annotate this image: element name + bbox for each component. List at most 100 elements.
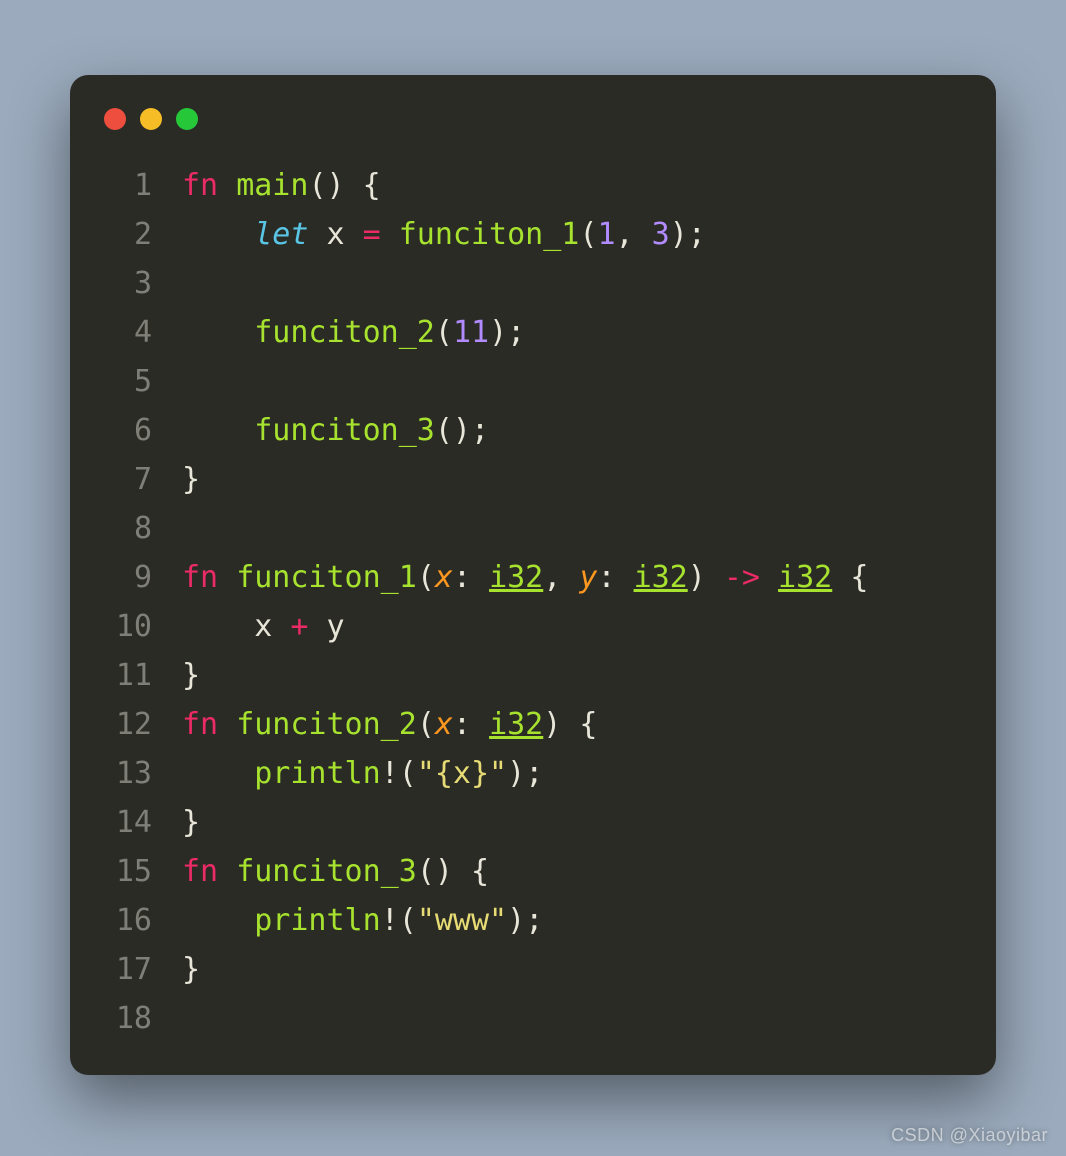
code-token (182, 903, 254, 938)
code-line[interactable]: 15fn funciton_3() { (98, 847, 996, 896)
code-token: "{x}" (417, 756, 507, 791)
code-line[interactable]: 10 x + y (98, 602, 996, 651)
code-token (218, 560, 236, 595)
code-line[interactable]: 3 (98, 259, 996, 308)
code-content[interactable]: let x = funciton_1(1, 3); (152, 210, 706, 259)
code-content[interactable]: } (152, 651, 200, 700)
code-token: 11 (453, 315, 489, 350)
code-token: () (417, 854, 453, 889)
code-token: -> (724, 560, 760, 595)
code-content[interactable] (152, 504, 182, 553)
code-token: funciton_1 (236, 560, 417, 595)
code-line[interactable]: 13 println!("{x}"); (98, 749, 996, 798)
code-token: i32 (778, 560, 832, 595)
code-token (182, 217, 254, 252)
code-line[interactable]: 8 (98, 504, 996, 553)
code-content[interactable]: fn funciton_2(x: i32) { (152, 700, 597, 749)
line-number: 15 (98, 847, 152, 896)
code-token: i32 (489, 707, 543, 742)
code-content[interactable]: println!("www"); (152, 896, 543, 945)
code-token: ) (688, 560, 706, 595)
code-token: ) (507, 903, 525, 938)
line-number: 18 (98, 994, 152, 1043)
code-token: 3 (652, 217, 670, 252)
zoom-icon[interactable] (176, 108, 198, 130)
code-content[interactable]: funciton_2(11); (152, 308, 525, 357)
code-content[interactable]: } (152, 945, 200, 994)
code-token: main (236, 168, 308, 203)
code-token: ! (381, 756, 399, 791)
code-content[interactable]: x + y (152, 602, 345, 651)
code-token: ( (399, 756, 417, 791)
minimize-icon[interactable] (140, 108, 162, 130)
code-token: "www" (417, 903, 507, 938)
code-line[interactable]: 11} (98, 651, 996, 700)
code-token: : (453, 560, 489, 595)
code-token: } (182, 658, 200, 693)
line-number: 13 (98, 749, 152, 798)
code-token (561, 707, 579, 742)
code-token: ) (670, 217, 688, 252)
code-token: () (308, 168, 344, 203)
code-content[interactable] (152, 994, 182, 1043)
code-token: , (616, 217, 652, 252)
code-token: i32 (634, 560, 688, 595)
code-content[interactable] (152, 357, 182, 406)
code-line[interactable]: 18 (98, 994, 996, 1043)
code-token: , (543, 560, 579, 595)
line-number: 11 (98, 651, 152, 700)
code-line[interactable]: 2 let x = funciton_1(1, 3); (98, 210, 996, 259)
code-content[interactable]: } (152, 455, 200, 504)
code-content[interactable]: fn funciton_3() { (152, 847, 489, 896)
code-token: fn (182, 168, 218, 203)
line-number: 4 (98, 308, 152, 357)
close-icon[interactable] (104, 108, 126, 130)
code-line[interactable]: 17} (98, 945, 996, 994)
code-line[interactable]: 1fn main() { (98, 161, 996, 210)
code-content[interactable]: funciton_3(); (152, 406, 489, 455)
code-token: y (579, 560, 597, 595)
code-token (182, 315, 254, 350)
code-line[interactable]: 6 funciton_3(); (98, 406, 996, 455)
code-line[interactable]: 7} (98, 455, 996, 504)
code-area[interactable]: 1fn main() {2 let x = funciton_1(1, 3);3… (70, 161, 996, 1043)
code-token (381, 217, 399, 252)
code-token (218, 854, 236, 889)
code-token: ) (543, 707, 561, 742)
code-token (706, 560, 724, 595)
code-token: ; (525, 756, 543, 791)
code-token: x (182, 609, 290, 644)
code-content[interactable] (152, 259, 182, 308)
code-content[interactable]: fn main() { (152, 161, 381, 210)
code-token: i32 (489, 560, 543, 595)
code-token: : (453, 707, 489, 742)
code-line[interactable]: 12fn funciton_2(x: i32) { (98, 700, 996, 749)
code-token (182, 413, 254, 448)
code-line[interactable]: 9fn funciton_1(x: i32, y: i32) -> i32 { (98, 553, 996, 602)
code-token: } (182, 805, 200, 840)
code-token: } (182, 462, 200, 497)
line-number: 2 (98, 210, 152, 259)
code-token: fn (182, 707, 218, 742)
code-content[interactable]: fn funciton_1(x: i32, y: i32) -> i32 { (152, 553, 868, 602)
code-token: { (850, 560, 868, 595)
code-token: let (254, 217, 308, 252)
code-token: x (435, 707, 453, 742)
line-number: 6 (98, 406, 152, 455)
code-token: ) (507, 756, 525, 791)
code-line[interactable]: 5 (98, 357, 996, 406)
line-number: 7 (98, 455, 152, 504)
code-token (345, 168, 363, 203)
code-token: funciton_1 (399, 217, 580, 252)
code-line[interactable]: 4 funciton_2(11); (98, 308, 996, 357)
code-token (832, 560, 850, 595)
code-content[interactable]: } (152, 798, 200, 847)
code-token: ( (399, 903, 417, 938)
code-token: + (290, 609, 308, 644)
code-content[interactable]: println!("{x}"); (152, 749, 543, 798)
code-line[interactable]: 14} (98, 798, 996, 847)
code-token (218, 707, 236, 742)
code-token: println (254, 903, 380, 938)
code-token: : (597, 560, 633, 595)
code-line[interactable]: 16 println!("www"); (98, 896, 996, 945)
